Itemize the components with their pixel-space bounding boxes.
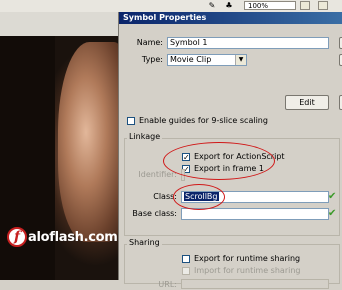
symbol-properties-dialog: Symbol Properties Name: Symbol 1 Type: M… [118, 12, 342, 289]
type-select[interactable]: Movie Clip ▼ [167, 54, 247, 66]
edit-scene-icon[interactable]: ✎ [207, 1, 217, 10]
edit-symbols-icon[interactable]: ♣ [224, 1, 234, 10]
brand-text: aloflash.com [28, 229, 118, 245]
url-field [181, 279, 329, 289]
url-label: URL: [158, 280, 177, 289]
name-label: Name: [136, 38, 163, 47]
annotation-circle [173, 184, 225, 210]
annotation-circle [163, 142, 275, 180]
stage-image: f aloflash.com [0, 12, 120, 280]
check-icon: ✔ [328, 208, 337, 219]
brand-logo: f aloflash.com [7, 226, 118, 248]
dialog-title: Symbol Properties [119, 12, 342, 24]
edit-button[interactable]: Edit [285, 95, 329, 110]
class-label: Class: [153, 192, 177, 201]
guides-label: Enable guides for 9-slice scaling [139, 116, 268, 125]
import-runtime-checkbox [182, 267, 190, 275]
import-runtime-label: Import for runtime sharing [194, 266, 301, 275]
zoom-dropdown-button[interactable] [300, 1, 310, 10]
identifier-label: Identifier: [138, 170, 177, 179]
base-class-label: Base class: [132, 209, 177, 218]
sharing-group [124, 244, 340, 284]
zoom-select[interactable]: 100% [244, 1, 296, 10]
name-field[interactable]: Symbol 1 [167, 37, 329, 49]
type-label: Type: [141, 55, 163, 64]
photo-figure [58, 42, 120, 242]
chevron-down-icon: ▼ [235, 55, 246, 65]
sharing-legend: Sharing [127, 238, 162, 248]
linkage-legend: Linkage [127, 132, 163, 142]
export-runtime-label: Export for runtime sharing [194, 254, 301, 263]
type-value: Movie Clip [170, 55, 212, 64]
flash-logo-icon: f [7, 227, 27, 247]
toolbar-button[interactable] [318, 1, 328, 10]
guides-checkbox[interactable] [127, 117, 135, 125]
export-runtime-checkbox[interactable] [182, 255, 190, 263]
check-icon: ✔ [328, 191, 337, 202]
top-toolbar: ✎ ♣ 100% [0, 0, 342, 12]
